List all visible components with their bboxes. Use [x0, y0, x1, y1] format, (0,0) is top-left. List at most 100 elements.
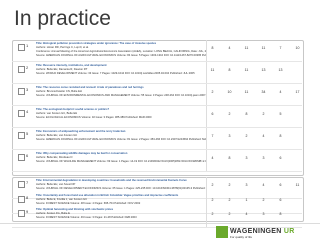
result-title-link[interactable]: Title: Resource intensity, institutions,…	[36, 64, 206, 67]
result-meta-line: Authors: Bulte EH, Rondeau D	[36, 156, 73, 159]
citation-count-cell	[293, 211, 302, 217]
row-checkbox[interactable]	[18, 132, 25, 139]
column-separator	[206, 150, 207, 171]
citation-count-cell: 2	[211, 183, 214, 187]
citation-count-cell: 6	[279, 197, 282, 202]
citation-count-cell: 7	[279, 46, 282, 50]
result-title-link[interactable]: Title: Biological pollution prevention s…	[36, 42, 206, 45]
row-checkbox[interactable]	[18, 154, 25, 161]
column-separator	[206, 40, 207, 61]
row-number: 7	[26, 180, 29, 185]
citation-count-cell: 2	[262, 197, 265, 202]
citation-count-cell: 8	[279, 134, 282, 138]
citation-count-cell: 11	[261, 46, 266, 50]
row-checkbox[interactable]	[18, 181, 25, 188]
citation-count-cell: 8	[228, 156, 231, 160]
result-row[interactable]: 3 Title: The resource curse revisited and…	[12, 84, 302, 106]
result-row[interactable]: 1 Title: Biological pollution prevention …	[12, 40, 302, 62]
citation-count-cell: 11	[210, 68, 215, 72]
citation-count-cell: 11	[244, 68, 249, 72]
result-meta-line: Source: AMERICAN JOURNAL OF AGRICULTURAL…	[36, 54, 206, 57]
citation-count-cell: 3	[262, 212, 265, 216]
citation-count-cell: 2	[211, 212, 214, 216]
citation-count-cell: 3	[228, 134, 231, 138]
result-meta-line: Authors: Bulte E, Krutilla J, van Kooten…	[36, 197, 88, 201]
row-checkbox[interactable]	[18, 66, 25, 73]
result-meta-line: Conference: Annual Meeting of the Americ…	[36, 50, 206, 53]
citation-count-cell: 10	[295, 46, 300, 50]
result-title-link[interactable]: Title: Environmental degradation in deve…	[36, 179, 206, 182]
citation-count-cell: 11	[244, 46, 249, 50]
result-meta-line: Authors: Bulte EH, van Soest DP	[36, 183, 76, 186]
citation-count-cell: 11	[295, 183, 300, 187]
row-checkbox[interactable]	[18, 88, 25, 95]
result-title-link[interactable]: Title: Economics of antipoaching enforce…	[36, 130, 206, 133]
row-checkbox[interactable]	[18, 110, 25, 117]
result-meta-line: Authors: Bulte EH, van Kooten GC	[36, 134, 78, 137]
result-meta-line: Authors: Bulte EH, Damania R, Deacon RT	[36, 68, 88, 71]
result-meta-line: Source: JOURNAL OF ENVIRONMENTAL ECONOMI…	[36, 94, 206, 97]
citation-count-cell: 3	[245, 156, 248, 160]
citation-count-cell: 8	[245, 112, 248, 116]
citation-count-cell: 17	[295, 90, 300, 94]
citation-count-cell: 8	[211, 46, 214, 50]
citation-count-cell: 7	[211, 134, 214, 138]
result-meta-line: Authors: Brunnschweiler CN, Bulte EH	[36, 90, 82, 93]
citation-count-cell: 6	[279, 156, 282, 160]
row-checkbox[interactable]	[18, 44, 25, 51]
citation-count-cell	[293, 111, 302, 117]
citation-count-cell: 6	[279, 183, 282, 187]
result-row[interactable]: 4 Title: The ecological-footprint: useful…	[12, 106, 302, 128]
citation-count-cell: 10	[227, 90, 232, 94]
citation-count-cell: 2	[228, 112, 231, 116]
row-checkbox[interactable]	[18, 195, 25, 203]
citation-count-cell: 1	[245, 197, 248, 202]
citation-count-cell: 3	[262, 156, 265, 160]
citation-count-cell: 2	[228, 197, 231, 202]
logo-name: WAGENINGEN UR	[230, 228, 295, 235]
result-meta-line: Authors: Kooten FG, Bulte E	[36, 212, 70, 215]
citation-count-cell: 4	[279, 90, 282, 94]
result-title-link[interactable]: Title: The ecological-footprint: useful …	[36, 108, 206, 111]
row-number: 4	[26, 109, 29, 114]
citation-count-cell: 13	[261, 68, 266, 72]
result-title-link[interactable]: Title: Why compensating wildlife damages…	[36, 152, 206, 155]
row-number: 2	[26, 65, 29, 70]
citation-count-cell	[293, 67, 302, 73]
result-meta-line: Authors: van Kooten GC, Bulte EH	[36, 112, 78, 115]
result-row[interactable]: 2 Title: Resource intensity, institutions…	[12, 62, 302, 84]
citation-count-cell	[293, 133, 302, 139]
row-checkbox[interactable]	[18, 210, 25, 217]
citation-count-cell: 4	[228, 46, 231, 50]
citation-count-cell: 2	[245, 134, 248, 138]
citation-count-cell: 6	[211, 112, 214, 116]
row-number: 6	[26, 153, 29, 158]
result-title-link[interactable]: Title: Uncertainty and forest land use a…	[36, 194, 206, 197]
result-row[interactable]: 9 Title: Optimal harvesting and thinning …	[12, 206, 302, 228]
row-number: 1	[26, 43, 29, 48]
column-separator	[206, 128, 207, 149]
wageningen-logo-icon	[216, 226, 228, 238]
citation-count-cell: 13	[278, 68, 283, 72]
citation-count-cell: 4	[245, 212, 248, 216]
result-meta-line: Source: FOREST SCIENCE Volume: 49 Issue:…	[36, 216, 137, 219]
result-row[interactable]: 5 Title: Economics of antipoaching enforc…	[12, 128, 302, 150]
citation-count-cell: 11	[244, 90, 249, 94]
citation-count-cell: 4	[262, 183, 265, 187]
footer-divider	[0, 223, 320, 224]
citation-count-cell: 2	[262, 112, 265, 116]
row-number: 9	[26, 209, 29, 214]
result-title-link[interactable]: Title: The resource curse revisited and …	[36, 86, 206, 89]
citation-count-cell	[293, 155, 302, 161]
result-meta-line: Source: AMERICAN JOURNAL OF AGRICULTURAL…	[36, 138, 206, 141]
citation-count-cell: 5	[279, 112, 282, 116]
row-number: 5	[26, 131, 29, 136]
result-meta-line: Authors: Horan RD, Perrings C, Lupi F, e…	[36, 46, 89, 49]
citation-count-cell	[293, 197, 302, 203]
citation-count-cell: 2	[228, 183, 231, 187]
result-title-link[interactable]: Title: Optimal harvesting and thinning w…	[36, 208, 206, 211]
result-meta-line: Source: ECOLOGICAL ECONOMICS Volume: 32 …	[36, 116, 152, 119]
column-separator	[206, 84, 207, 105]
result-row[interactable]: 6 Title: Why compensating wildlife damage…	[12, 150, 302, 172]
citation-count-cell: 8	[279, 212, 282, 216]
